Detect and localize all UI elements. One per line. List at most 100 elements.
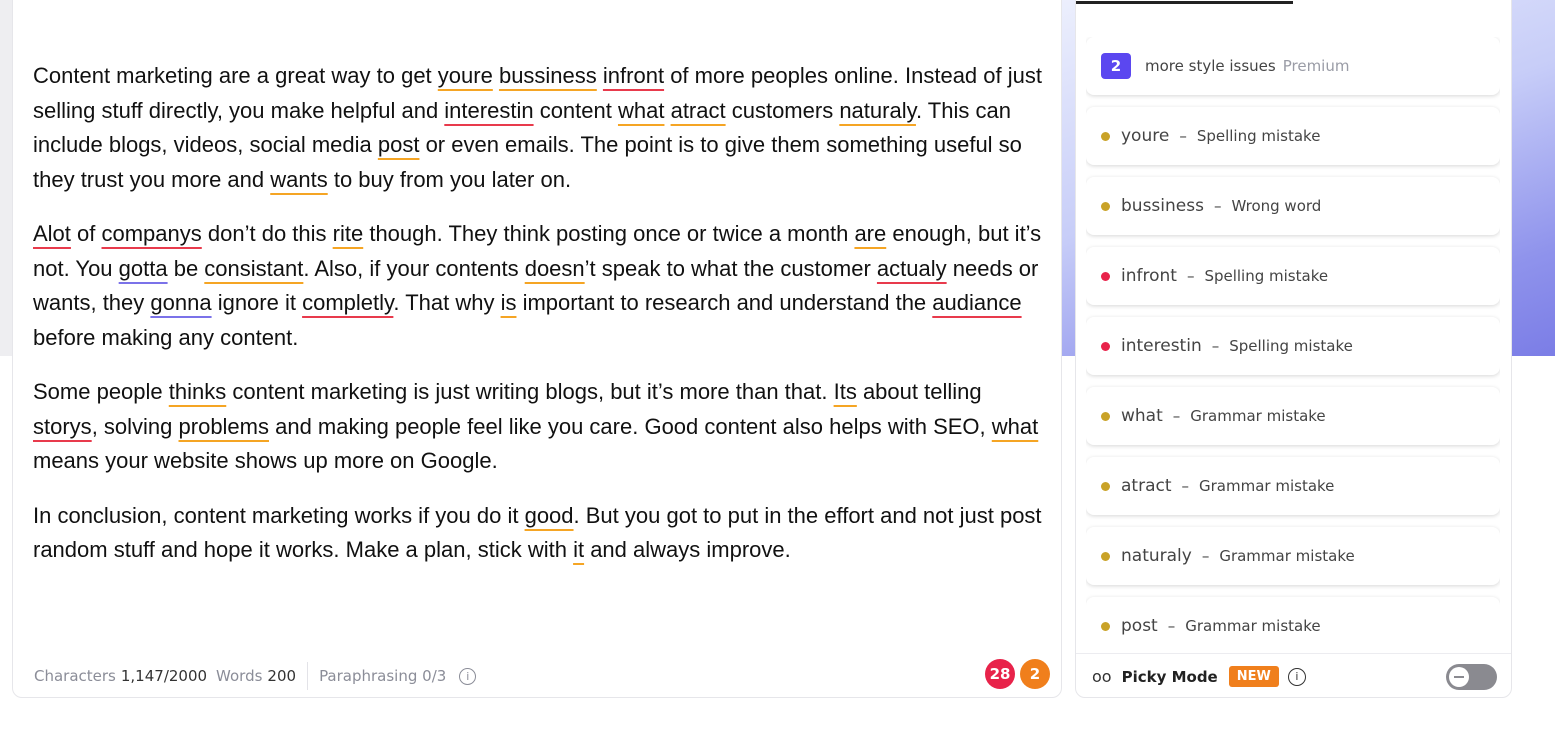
text-segment: ignore it xyxy=(211,290,303,315)
text-segment: though. They think posting once or twice… xyxy=(363,221,855,246)
editor-paragraph: Alot of companys don’t do this rite thou… xyxy=(33,217,1048,355)
flagged-word[interactable]: thinks xyxy=(169,379,226,404)
text-segment: means your website shows up more on Goog… xyxy=(33,448,498,473)
text-segment: about telling xyxy=(856,379,982,404)
text-segment: before making any content. xyxy=(33,324,299,350)
flagged-word[interactable]: bussiness xyxy=(499,63,597,88)
issue-card[interactable]: bussiness – Wrong word xyxy=(1086,177,1500,235)
flagged-word[interactable]: audiance xyxy=(932,290,1021,315)
editor-paragraph: In conclusion, content marketing works i… xyxy=(33,499,1048,568)
paraphrasing-counter: Paraphrasing 0/3 xyxy=(319,667,447,685)
severity-dot xyxy=(1101,341,1110,351)
info-icon[interactable]: i xyxy=(1287,667,1306,686)
flagged-word[interactable]: Its xyxy=(834,379,857,404)
flagged-word[interactable]: atract xyxy=(671,98,726,123)
issue-separator: – xyxy=(1167,617,1176,635)
text-segment: . That why xyxy=(393,290,501,315)
active-tab-indicator xyxy=(1076,1,1293,4)
flagged-word[interactable]: it xyxy=(573,537,584,562)
picky-mode-label: Picky Mode xyxy=(1121,667,1218,686)
issue-cards: youre – Spelling mistake bussiness – Wrong wo… xyxy=(1086,107,1500,637)
text-segment: content marketing is just writing blogs,… xyxy=(226,379,834,404)
issue-separator: – xyxy=(1211,337,1220,355)
flagged-word[interactable]: what xyxy=(992,414,1038,439)
issue-card[interactable]: what – Grammar mistake xyxy=(1086,387,1500,445)
premium-tag: Premium xyxy=(1282,57,1350,75)
severity-dot xyxy=(1101,271,1110,281)
style-count-badge[interactable]: 2 xyxy=(1020,659,1050,689)
editor-paragraph: Some people thinks content marketing is … xyxy=(33,375,1048,479)
issue-type: Spelling mistake xyxy=(1196,127,1321,145)
text-segment: Content marketing are a great way to get xyxy=(33,63,438,88)
issue-separator: – xyxy=(1179,127,1187,145)
text-segment: ’t speak to what the customer xyxy=(584,255,877,281)
flagged-word[interactable]: consistant xyxy=(204,256,303,281)
editor-panel: Content marketing are a great way to get… xyxy=(12,0,1062,698)
flagged-word[interactable]: youre xyxy=(438,63,493,88)
flagged-word[interactable]: gonna xyxy=(150,290,211,315)
flagged-word[interactable]: interestin xyxy=(444,98,533,123)
issue-type: Spelling mistake xyxy=(1204,267,1329,285)
flagged-word[interactable]: storys xyxy=(33,414,92,439)
issue-card[interactable]: youre – Spelling mistake xyxy=(1086,107,1500,165)
issue-card[interactable]: interestin – Spelling mistake xyxy=(1086,317,1500,375)
text-segment: of xyxy=(70,221,102,246)
issue-card[interactable]: post – Grammar mistake xyxy=(1086,597,1500,637)
text-segment: to buy from you later on. xyxy=(327,166,572,192)
text-segment: and always improve. xyxy=(584,537,791,562)
flagged-word[interactable]: companys xyxy=(102,221,202,246)
flagged-word[interactable]: are xyxy=(854,221,886,246)
text-segment: Some people xyxy=(33,379,169,404)
error-count-badge[interactable]: 28 xyxy=(985,659,1015,689)
premium-issues-label: more style issues xyxy=(1145,57,1276,75)
issue-type: Grammar mistake xyxy=(1190,407,1326,425)
issue-card[interactable]: atract – Grammar mistake xyxy=(1086,457,1500,515)
flagged-word[interactable]: naturaly xyxy=(839,98,916,123)
issue-type: Grammar mistake xyxy=(1219,547,1355,565)
issue-word: atract xyxy=(1121,476,1172,496)
issue-word: what xyxy=(1121,406,1163,426)
suggestions-list: 2 more style issues Premium youre – Spelli… xyxy=(1086,37,1500,637)
editor-paragraph: Content marketing are a great way to get… xyxy=(33,59,1048,197)
text-segment: be xyxy=(167,255,205,281)
flagged-word[interactable]: Alot xyxy=(33,221,71,246)
flagged-word[interactable]: post xyxy=(378,132,420,157)
flagged-word[interactable]: rite xyxy=(333,221,364,246)
flagged-word[interactable]: problems xyxy=(179,414,269,439)
info-icon[interactable]: i xyxy=(459,667,477,685)
severity-dot xyxy=(1101,131,1110,141)
flagged-word[interactable]: actualy xyxy=(877,256,947,281)
flagged-word[interactable]: good xyxy=(525,503,574,528)
issue-card[interactable]: naturaly – Grammar mistake xyxy=(1086,527,1500,585)
issue-card[interactable]: infront – Spelling mistake xyxy=(1086,247,1500,305)
flagged-word[interactable]: wants xyxy=(270,167,327,192)
text-segment: In conclusion, content marketing works i… xyxy=(33,502,525,528)
flagged-word[interactable]: what xyxy=(618,98,664,123)
characters-value: 1,147/2000 xyxy=(120,667,208,685)
premium-issues-card[interactable]: 2 more style issues Premium xyxy=(1086,37,1500,95)
issue-type: Spelling mistake xyxy=(1229,337,1353,355)
text-segment: customers xyxy=(725,97,840,123)
flagged-word[interactable]: infront xyxy=(603,63,664,88)
text-segment: , solving xyxy=(91,413,179,439)
flagged-word[interactable]: doesn xyxy=(525,256,585,281)
issue-separator: – xyxy=(1172,407,1181,425)
new-badge: NEW xyxy=(1228,666,1279,687)
issue-type: Wrong word xyxy=(1231,197,1322,215)
editor-text[interactable]: Content marketing are a great way to get… xyxy=(33,59,1048,588)
issue-word: interestin xyxy=(1121,336,1202,356)
premium-count-badge: 2 xyxy=(1101,53,1131,79)
editor-footer: Characters 1,147/2000 Words 200 Paraphra… xyxy=(13,653,1061,699)
flagged-word[interactable]: completly xyxy=(302,290,393,315)
severity-dot xyxy=(1101,481,1110,491)
footer-divider xyxy=(307,662,309,690)
text-segment: . Also, if your contents xyxy=(303,255,525,281)
flagged-word[interactable]: is xyxy=(501,290,517,315)
flagged-word[interactable]: gotta xyxy=(119,256,168,281)
severity-dot xyxy=(1101,411,1110,421)
issue-word: youre xyxy=(1121,126,1170,146)
picky-mode-toggle[interactable] xyxy=(1446,664,1497,690)
text-segment: important to research and understand the xyxy=(516,290,933,315)
severity-dot xyxy=(1101,551,1110,561)
words-value: 200 xyxy=(267,667,297,685)
